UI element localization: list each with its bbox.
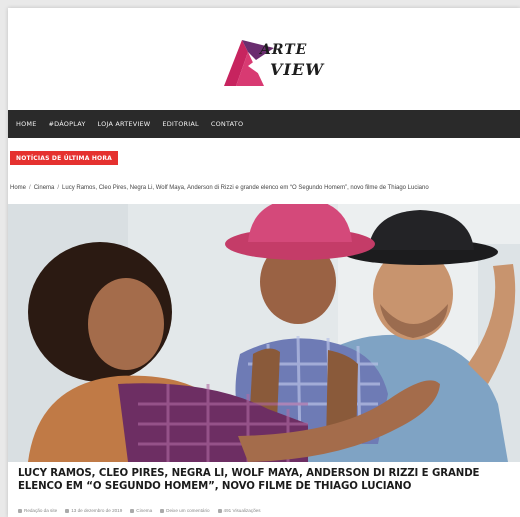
nav-item-editorial[interactable]: EDITORIAL [162,120,198,128]
eye-icon [217,508,222,513]
page: ARTE VIEW HOME #DÁOPLAY LOJA ARTEVIEW ED… [8,8,520,517]
article-meta: Redação da site 13 de dezembro de 2019 C… [18,508,261,513]
breadcrumb-separator: / [57,185,60,191]
nav-item-home[interactable]: HOME [16,120,37,128]
clock-icon [65,508,70,513]
article-title[interactable]: LUCY RAMOS, CLEO PIRES, NEGRA LI, WOLF M… [18,468,512,493]
user-icon [18,508,22,513]
comment-icon [160,508,165,513]
meta-author[interactable]: Redação da site [18,508,57,513]
site-logo[interactable]: ARTE VIEW [218,30,338,92]
hero-photo [8,204,520,462]
meta-category[interactable]: Cinema [130,508,152,513]
meta-category-text: Cinema [136,508,153,513]
meta-comments[interactable]: Deixe um comentário [160,508,210,513]
meta-views-text: 491 Visualizações [223,508,261,513]
logo-text-line1: ARTE [260,42,308,58]
folder-icon [130,508,135,513]
nav-item-contato[interactable]: CONTATO [211,120,243,128]
meta-author-text: Redação da site [24,508,58,513]
breadcrumb-separator: / [29,185,31,191]
meta-comments-text: Deixe um comentário [166,508,210,513]
breadcrumb-category[interactable]: Cinema [34,185,55,191]
meta-views: 491 Visualizações [217,508,261,513]
breadcrumb-home[interactable]: Home [10,185,26,191]
meta-date: 13 de dezembro de 2019 [65,508,122,513]
nav-item-daoplay[interactable]: #DÁOPLAY [49,120,86,128]
main-nav: HOME #DÁOPLAY LOJA ARTEVIEW EDITORIAL CO… [8,110,520,138]
breadcrumb-current: Lucy Ramos, Cleo Pires, Negra Li, Wolf M… [62,185,429,191]
meta-date-text: 13 de dezembro de 2019 [71,508,123,513]
hero-image[interactable] [8,204,520,462]
breaking-news-badge[interactable]: NOTÍCIAS DE ÚLTIMA HORA [10,151,119,165]
logo-text-line2: VIEW [270,60,325,79]
nav-item-loja[interactable]: LOJA ARTEVIEW [98,120,151,128]
breadcrumb: Home / Cinema / Lucy Ramos, Cleo Pires, Negr… [10,185,429,191]
